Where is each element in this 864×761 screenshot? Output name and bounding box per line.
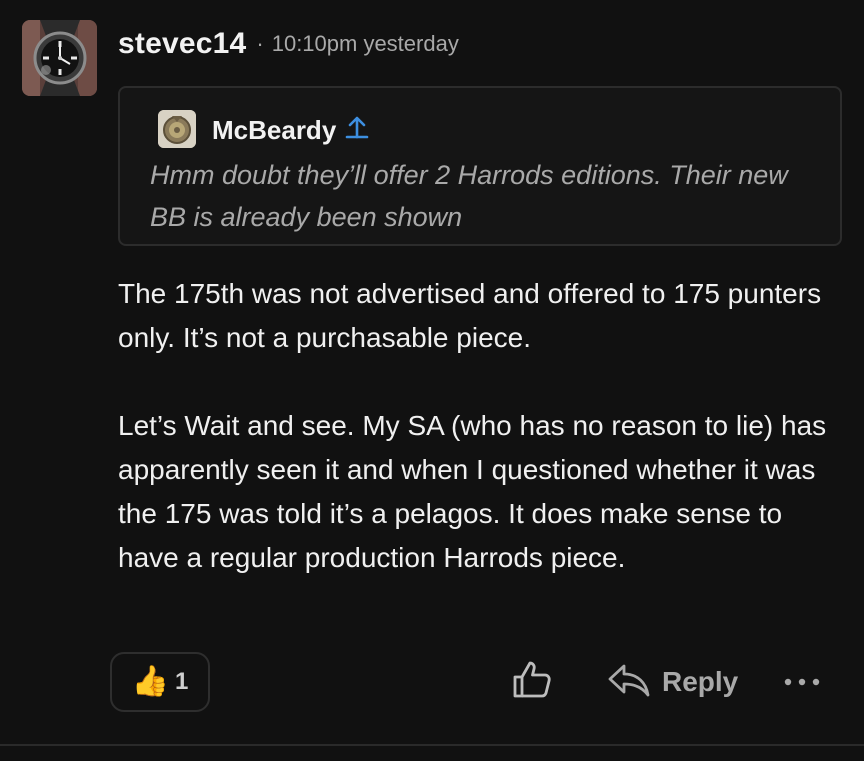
comment-page: stevec14 · 10:10pm yesterday McBeardy Hm… — [0, 0, 864, 761]
body-paragraph: The 175th was not advertised and offered… — [118, 278, 822, 353]
thumbs-up-emoji-icon: 👍 — [131, 665, 169, 698]
comment-body: The 175th was not advertised and offered… — [118, 272, 828, 580]
thumbs-up-outline-icon — [510, 658, 554, 707]
arrow-up-icon[interactable] — [344, 115, 370, 146]
comment-divider — [0, 744, 864, 746]
quoted-comment[interactable]: McBeardy Hmm doubt they’ll offer 2 Harro… — [118, 86, 842, 246]
author-username[interactable]: stevec14 — [118, 27, 246, 61]
more-options-button[interactable] — [778, 668, 826, 698]
reply-arrow-icon — [606, 660, 652, 705]
reaction-count: 1 — [175, 668, 189, 695]
like-button[interactable] — [506, 656, 558, 708]
comment-timestamp[interactable]: 10:10pm yesterday — [272, 31, 459, 57]
watch-avatar-icon[interactable] — [22, 20, 97, 96]
reaction-chip[interactable]: 👍 1 — [110, 652, 210, 712]
more-dots-icon — [782, 674, 822, 692]
quote-text: Hmm doubt they’ll offer 2 Harrods editio… — [150, 160, 788, 232]
reply-label: Reply — [662, 666, 739, 697]
header-separator: · — [256, 31, 264, 56]
quote-author-row: McBeardy — [212, 112, 370, 148]
reply-button[interactable]: Reply — [606, 656, 738, 708]
medal-avatar-icon[interactable] — [158, 110, 196, 148]
quote-author-name[interactable]: McBeardy — [212, 115, 336, 146]
body-paragraph: Let’s Wait and see. My SA (who has no re… — [118, 410, 827, 573]
comment-header: stevec14 · 10:10pm yesterday — [118, 24, 459, 64]
